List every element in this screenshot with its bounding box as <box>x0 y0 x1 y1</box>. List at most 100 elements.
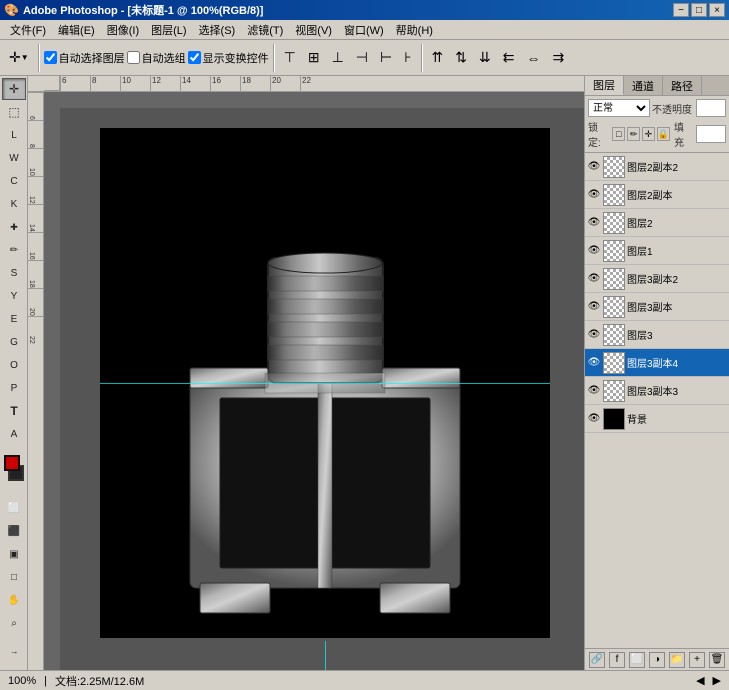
layer-item-9[interactable]: 👁 背景 <box>585 405 729 433</box>
distribute-right-button[interactable]: ⇉ <box>547 46 569 70</box>
lock-transparent-btn[interactable]: □ <box>612 127 625 141</box>
menu-item-2[interactable]: 图像(I) <box>101 20 145 40</box>
new-group-btn[interactable]: 📁 <box>669 652 685 668</box>
distribute-left-button[interactable]: ⇇ <box>498 46 520 70</box>
layer-item-3[interactable]: 👁图层1 <box>585 237 729 265</box>
lock-image-btn[interactable]: ✏ <box>627 127 640 141</box>
layer-item-6[interactable]: 👁图层3 <box>585 321 729 349</box>
pen-tool[interactable]: P <box>2 377 26 399</box>
move-tool[interactable]: ✛ <box>2 78 26 100</box>
align-vcenter-button[interactable]: ⊞ <box>303 46 325 70</box>
mask-mode2-tool[interactable]: ⬛ <box>2 520 26 542</box>
layer-item-7[interactable]: 👁图层3副本4 <box>585 349 729 377</box>
show-transform-checkbox[interactable]: 显示变换控件 <box>188 50 269 66</box>
opacity-input[interactable] <box>696 99 726 117</box>
menu-item-5[interactable]: 滤镜(T) <box>241 20 289 40</box>
mask-mode-tool[interactable]: ⬜ <box>2 497 26 519</box>
dodge-tool[interactable]: O <box>2 354 26 376</box>
fill-input[interactable] <box>696 125 726 143</box>
blend-mode-dropdown[interactable]: 正常 <box>588 99 650 117</box>
layer-item-8[interactable]: 👁图层3副本3 <box>585 377 729 405</box>
menu-item-1[interactable]: 编辑(E) <box>52 20 101 40</box>
distribute-hcenter-button[interactable]: ⇔ <box>521 46 545 70</box>
layer-eye-1[interactable]: 👁 <box>587 188 601 202</box>
nav-next-btn[interactable]: ▶ <box>713 674 721 687</box>
stamp-tool[interactable]: S <box>2 262 26 284</box>
nav-prev-btn[interactable]: ◀ <box>696 674 704 687</box>
canvas-container[interactable] <box>60 108 584 670</box>
layers-controls: 正常 不透明度 锁定: □ ✏ ✛ 🔒 填充 <box>585 96 729 153</box>
close-button[interactable]: × <box>709 3 725 17</box>
distribute-bottom-button[interactable]: ⇊ <box>474 46 496 70</box>
layer-item-5[interactable]: 👁图层3副本 <box>585 293 729 321</box>
align-right-button[interactable]: ⊦ <box>399 46 416 70</box>
menu-item-3[interactable]: 图层(L) <box>145 20 192 40</box>
distribute-top-button[interactable]: ⇈ <box>427 46 449 70</box>
align-top-button[interactable]: ⊤ <box>279 46 301 70</box>
new-adjustment-btn[interactable]: ◑ <box>649 652 665 668</box>
history-brush-tool[interactable]: Y <box>2 285 26 307</box>
crosshair-vertical <box>325 641 326 670</box>
screen-mode2[interactable]: □ <box>2 566 26 588</box>
tab-layers[interactable]: 图层 <box>585 76 624 95</box>
lasso-tool[interactable]: L <box>2 124 26 146</box>
layer-eye-5[interactable]: 👁 <box>587 300 601 314</box>
layer-eye-7[interactable]: 👁 <box>587 356 601 370</box>
align-bottom-button[interactable]: ⊥ <box>327 46 349 70</box>
maximize-button[interactable]: □ <box>691 3 707 17</box>
hand-tool[interactable]: ✋ <box>2 589 26 611</box>
ruler-left-tick-16: 16 <box>28 232 43 260</box>
layer-eye-2[interactable]: 👁 <box>587 216 601 230</box>
slice-tool[interactable]: K <box>2 193 26 215</box>
add-style-btn[interactable]: f <box>609 652 625 668</box>
crop-tool[interactable]: C <box>2 170 26 192</box>
tools-separator-2 <box>2 492 25 496</box>
auto-select-group-checkbox[interactable]: 自动选组 <box>127 50 186 66</box>
tab-paths[interactable]: 路径 <box>663 76 702 95</box>
move-tool-button[interactable]: ✛ ▼ <box>4 46 34 70</box>
align-left-button[interactable]: ⊣ <box>351 46 373 70</box>
align-hcenter-button[interactable]: ⊢ <box>375 46 397 70</box>
menu-item-6[interactable]: 视图(V) <box>289 20 338 40</box>
menu-item-7[interactable]: 窗口(W) <box>338 20 390 40</box>
menu-item-0[interactable]: 文件(F) <box>4 20 52 40</box>
foreground-color-swatch[interactable] <box>4 455 20 471</box>
screen-mode1[interactable]: ▣ <box>2 543 26 565</box>
tab-channels[interactable]: 通道 <box>624 76 663 95</box>
layer-name-9: 背景 <box>627 411 727 426</box>
extra-tool[interactable]: → <box>2 640 26 662</box>
layer-eye-9[interactable]: 👁 <box>587 412 601 426</box>
layer-eye-8[interactable]: 👁 <box>587 384 601 398</box>
zoom-tool[interactable]: ⌕ <box>2 612 26 634</box>
eraser-tool[interactable]: E <box>2 308 26 330</box>
marquee-tool[interactable]: ⬚ <box>2 101 26 123</box>
minimize-button[interactable]: − <box>673 3 689 17</box>
layer-eye-0[interactable]: 👁 <box>587 160 601 174</box>
menu-item-4[interactable]: 选择(S) <box>193 20 242 40</box>
new-layer-btn[interactable]: + <box>689 652 705 668</box>
gradient-tool[interactable]: G <box>2 331 26 353</box>
delete-layer-btn[interactable]: 🗑 <box>709 652 725 668</box>
brush-tool[interactable]: ✏ <box>2 239 26 261</box>
toolbar-separator-3 <box>421 44 423 72</box>
layers-tabs: 图层 通道 路径 <box>585 76 729 96</box>
link-layers-btn[interactable]: 🔗 <box>589 652 605 668</box>
layer-item-2[interactable]: 👁图层2 <box>585 209 729 237</box>
tools-separator-3 <box>2 635 25 639</box>
layer-eye-3[interactable]: 👁 <box>587 244 601 258</box>
auto-select-layer-checkbox[interactable]: 自动选择图层 <box>44 50 125 66</box>
add-mask-btn[interactable]: ⬜ <box>629 652 645 668</box>
lock-position-btn[interactable]: ✛ <box>642 127 655 141</box>
menu-item-8[interactable]: 帮助(H) <box>390 20 439 40</box>
lock-all-btn[interactable]: 🔒 <box>657 127 670 141</box>
magic-wand-tool[interactable]: W <box>2 147 26 169</box>
layer-item-0[interactable]: 👁图层2副本2 <box>585 153 729 181</box>
distribute-vcenter-button[interactable]: ⇅ <box>450 46 472 70</box>
layer-item-1[interactable]: 👁图层2副本 <box>585 181 729 209</box>
layer-eye-6[interactable]: 👁 <box>587 328 601 342</box>
path-select-tool[interactable]: A <box>2 423 26 445</box>
layer-eye-4[interactable]: 👁 <box>587 272 601 286</box>
layer-item-4[interactable]: 👁图层3副本2 <box>585 265 729 293</box>
type-tool[interactable]: T <box>2 400 26 422</box>
heal-tool[interactable]: ✚ <box>2 216 26 238</box>
